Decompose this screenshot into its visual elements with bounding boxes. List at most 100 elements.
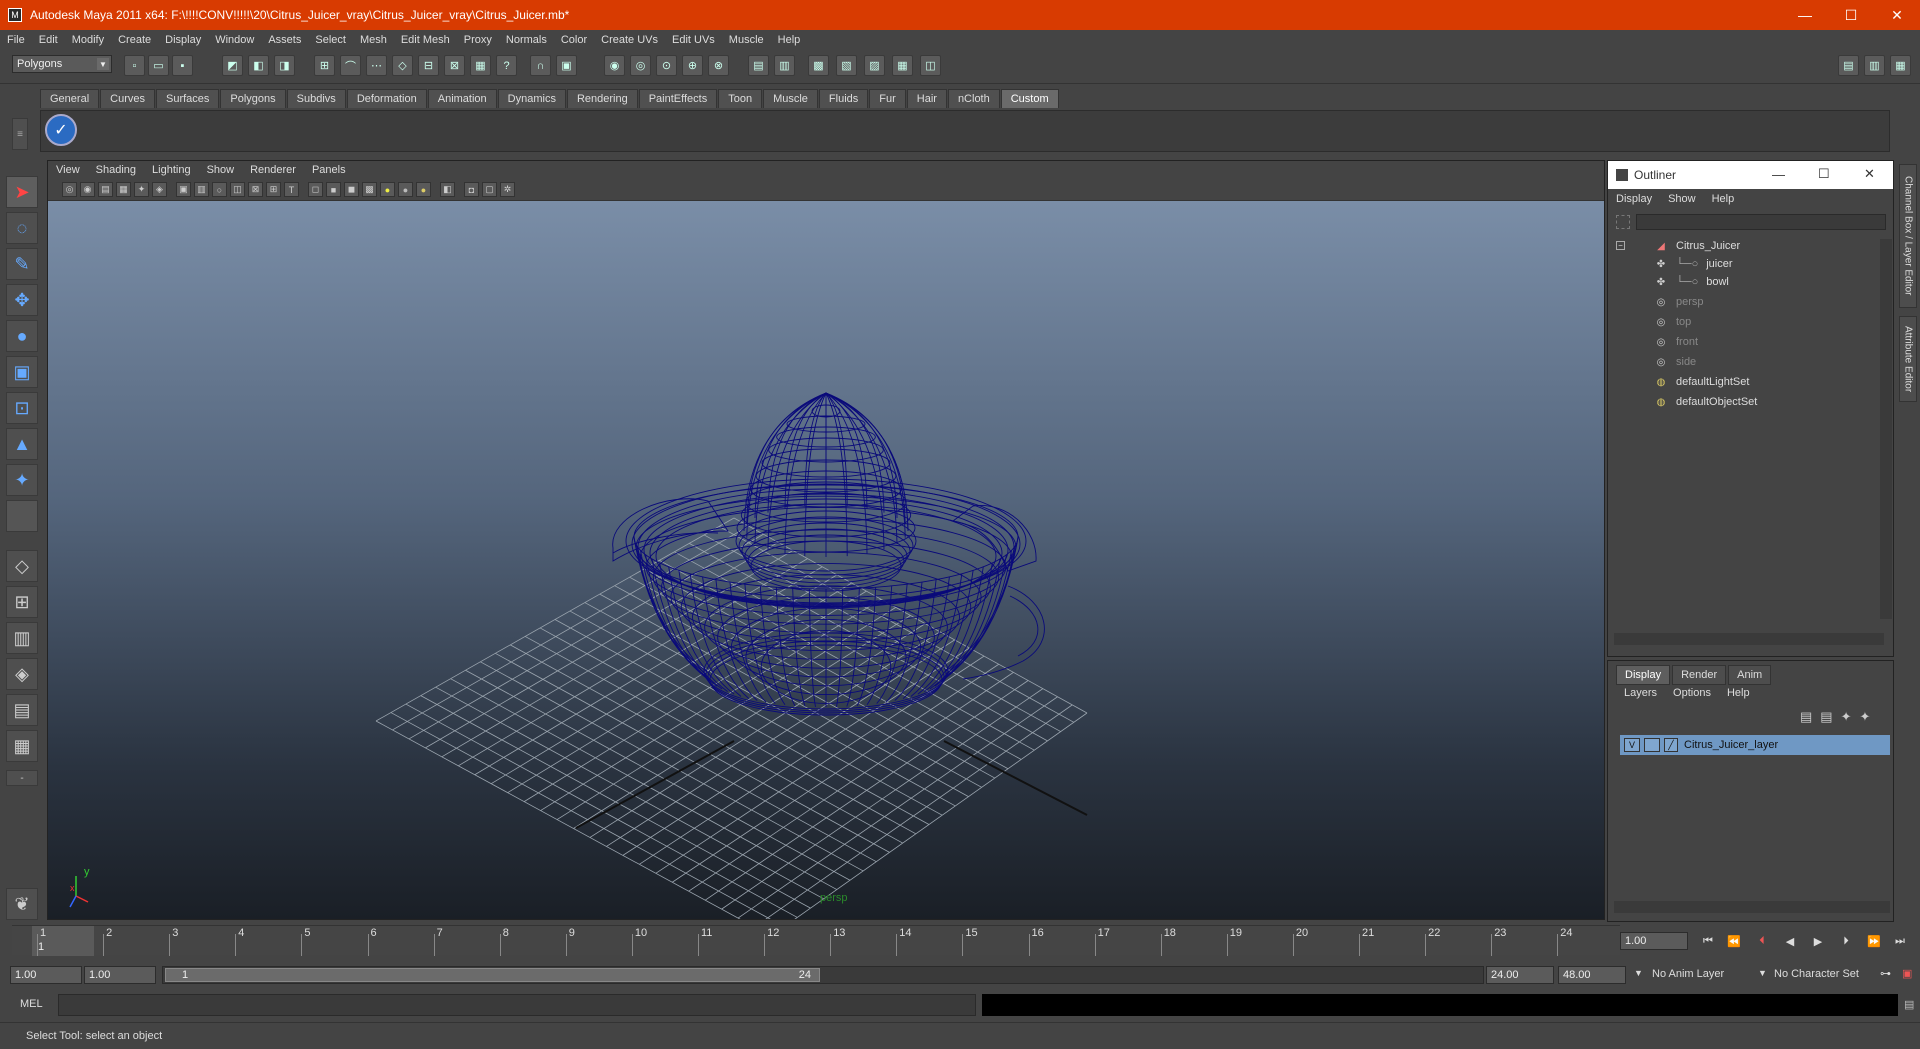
layer-type-toggle[interactable] (1644, 738, 1660, 752)
minimize-button[interactable]: — (1782, 0, 1828, 30)
high-quality-icon[interactable]: ◘ (464, 182, 479, 197)
step-back-frame-icon[interactable]: ⏴ (1752, 932, 1772, 950)
animation-start-field[interactable]: 1.00 (10, 966, 82, 984)
shelf-tab-rendering[interactable]: Rendering (566, 89, 638, 108)
camera-attributes-icon[interactable]: ◉ (80, 182, 95, 197)
shelf-tab-fur[interactable]: Fur (869, 89, 906, 108)
layer-tab-anim[interactable]: Anim (1728, 665, 1772, 685)
menu-edit[interactable]: Edit (32, 34, 65, 46)
shelf-tab-animation[interactable]: Animation (427, 89, 497, 108)
layer-row[interactable]: V ╱ Citrus_Juicer_layer (1620, 735, 1890, 755)
step-forward-key-icon[interactable]: ⏩ (1864, 932, 1884, 950)
history-icon[interactable]: ⊠ (444, 55, 465, 76)
all-lights-icon[interactable]: ● (398, 182, 413, 197)
range-slider-handle[interactable]: 1 24 (165, 968, 820, 982)
playback-end-field[interactable]: 24.00 (1486, 966, 1554, 984)
shelf-tab-polygons[interactable]: Polygons (220, 89, 286, 108)
menu-display[interactable]: Display (158, 34, 208, 46)
field-chart-icon[interactable]: ○ (212, 182, 227, 197)
viewport-menu-view[interactable]: View (48, 164, 88, 176)
menu-create[interactable]: Create (111, 34, 158, 46)
menu-assets[interactable]: Assets (261, 34, 308, 46)
outliner-item[interactable]: ◎ front (1654, 333, 1698, 351)
resolution-gate-icon[interactable]: ▣ (176, 182, 191, 197)
perspective-viewport[interactable]: View Shading Lighting Show Renderer Pane… (47, 160, 1605, 920)
outliner-menu-show[interactable]: Show (1660, 193, 1704, 205)
channel-icon[interactable]: ▥ (774, 55, 795, 76)
grid-toggle-icon[interactable]: ✦ (134, 182, 149, 197)
script-editor-icon[interactable]: ❦ (6, 888, 38, 920)
bookmark-icon[interactable]: ▤ (98, 182, 113, 197)
last-tool-icon[interactable] (6, 500, 38, 532)
snap-curve-icon[interactable]: ⌒ (340, 55, 361, 76)
layer-tab-render[interactable]: Render (1672, 665, 1727, 685)
soft-mod-icon[interactable]: ▲ (6, 428, 38, 460)
shadows-icon[interactable]: ● (416, 182, 431, 197)
channel-box-tab[interactable]: Channel Box / Layer Editor (1899, 164, 1917, 308)
gate-mask-icon[interactable]: ▥ (194, 182, 209, 197)
menu-window[interactable]: Window (208, 34, 261, 46)
ipr-render-icon[interactable]: ◎ (630, 55, 651, 76)
safe-title-icon[interactable]: ⊠ (248, 182, 263, 197)
snapshot-icon[interactable]: ◫ (920, 55, 941, 76)
play-forward-icon[interactable]: ▶ (1808, 932, 1828, 950)
chevron-down-icon[interactable]: ▼ (1758, 968, 1767, 978)
toggle-panels-icon[interactable]: ▤ (1838, 55, 1859, 76)
render-current-icon[interactable]: ◉ (604, 55, 625, 76)
outliner-search-input[interactable] (1636, 214, 1886, 230)
move-tool-icon[interactable]: ✥ (6, 284, 38, 316)
snap-plane-icon[interactable]: ◇ (392, 55, 413, 76)
shelf-tab-custom[interactable]: Custom (1000, 89, 1059, 108)
layer-menu-layers[interactable]: Layers (1616, 687, 1665, 699)
viewport-menu-shading[interactable]: Shading (88, 164, 144, 176)
new-scene-icon[interactable]: ▫ (124, 55, 145, 76)
graph-layout-icon[interactable]: ◈ (6, 658, 38, 690)
outliner-item[interactable]: ◢ Citrus_Juicer (1654, 237, 1740, 255)
batch-render-icon[interactable]: ▨ (864, 55, 885, 76)
image-plane-icon[interactable]: ▦ (116, 182, 131, 197)
snap-grid-icon[interactable]: ⊞ (314, 55, 335, 76)
check-icon[interactable]: ✓ (45, 114, 77, 146)
camera-select-icon[interactable]: ◎ (62, 182, 77, 197)
outliner-close-button[interactable]: ✕ (1864, 166, 1875, 182)
scale-tool-icon[interactable]: ▣ (6, 356, 38, 388)
viewport-menu-panels[interactable]: Panels (304, 164, 354, 176)
menu-mesh[interactable]: Mesh (353, 34, 394, 46)
show-manipulator-icon[interactable]: ✦ (6, 464, 38, 496)
rotate-tool-icon[interactable]: ● (6, 320, 38, 352)
viewport-menu-show[interactable]: Show (199, 164, 243, 176)
wireframe-on-shaded-icon[interactable]: ⊞ (266, 182, 281, 197)
step-forward-frame-icon[interactable]: ⏵ (1836, 932, 1856, 950)
menu-set-selector[interactable]: Polygons ▼ (12, 55, 112, 73)
go-to-start-icon[interactable]: ⏮ (1698, 932, 1718, 950)
menu-edit-mesh[interactable]: Edit Mesh (394, 34, 457, 46)
render-frame-icon[interactable]: ▧ (836, 55, 857, 76)
motion-blur-icon[interactable]: ✲ (500, 182, 515, 197)
close-button[interactable]: ✕ (1874, 0, 1920, 30)
outliner-item[interactable]: ◎ top (1654, 313, 1692, 331)
smooth-shade-icon[interactable]: ■ (326, 182, 341, 197)
question-icon[interactable]: ? (496, 55, 517, 76)
shelf-tab-muscle[interactable]: Muscle (763, 89, 818, 108)
outliner-horizontal-scrollbar[interactable] (1614, 633, 1884, 645)
save-scene-icon[interactable]: ▪ (172, 55, 193, 76)
menu-normals[interactable]: Normals (499, 34, 554, 46)
render-layout-icon[interactable]: ▦ (6, 730, 38, 762)
menu-proxy[interactable]: Proxy (457, 34, 499, 46)
key-icon[interactable]: ⊶ (1880, 967, 1891, 980)
paint-select-icon[interactable]: ✎ (6, 248, 38, 280)
manipulator-tool-icon[interactable]: ⊡ (6, 392, 38, 424)
grid-snap-icon[interactable]: ▦ (470, 55, 491, 76)
attribute-editor-tab[interactable]: Attribute Editor (1899, 316, 1917, 402)
clapboard-icon[interactable]: ▩ (808, 55, 829, 76)
shelf-tab-dynamics[interactable]: Dynamics (497, 89, 566, 108)
shelf-tab-ncloth[interactable]: nCloth (947, 89, 1000, 108)
outliner-item[interactable]: ✤ └─○ juicer (1654, 255, 1733, 273)
construction-history-icon[interactable]: ▣ (556, 55, 577, 76)
shelf-tab-curves[interactable]: Curves (100, 89, 155, 108)
layer-action-icons[interactable]: ▤▤✦✦ (1800, 709, 1878, 725)
layer-visibility-toggle[interactable]: V (1624, 738, 1640, 752)
outliner-item[interactable]: ◍ defaultObjectSet (1654, 393, 1758, 411)
toggle-tool-settings-icon[interactable]: ▦ (1890, 55, 1911, 76)
outliner-maximize-button[interactable]: ☐ (1818, 166, 1830, 182)
